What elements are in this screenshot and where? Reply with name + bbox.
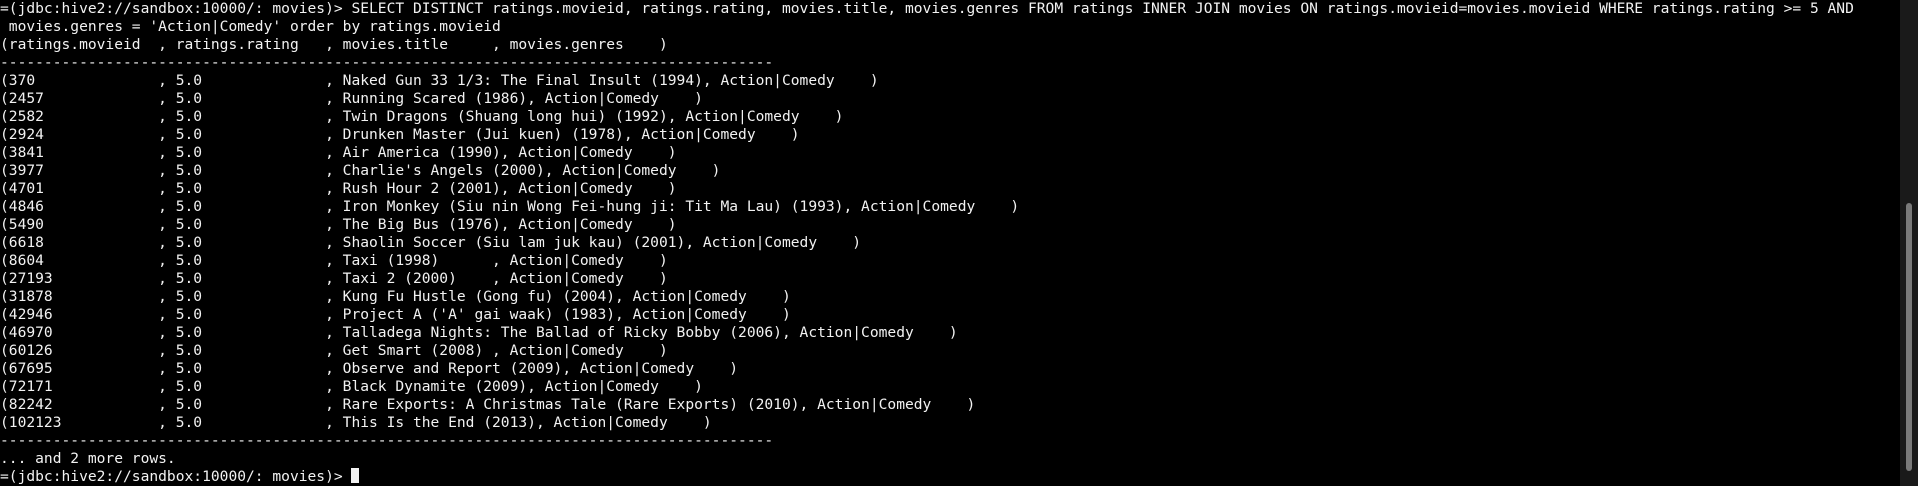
prompt-text: =(jdbc:hive2://sandbox:10000/: movies)> (0, 468, 352, 485)
command-prompt[interactable]: =(jdbc:hive2://sandbox:10000/: movies)> (0, 468, 1900, 486)
result-row: (67695 , 5.0 , Observe and Report (2009)… (0, 360, 739, 377)
result-row: (5490 , 5.0 , The Big Bus (1976), Action… (0, 216, 677, 233)
result-row: (72171 , 5.0 , Black Dynamite (2009), Ac… (0, 378, 703, 395)
query-line: =(jdbc:hive2://sandbox:10000/: movies)> … (0, 0, 1854, 17)
result-row: (2924 , 5.0 , Drunken Master (Jui kuen) … (0, 126, 800, 143)
result-row: (4846 , 5.0 , Iron Monkey (Siu nin Wong … (0, 198, 1020, 215)
result-row: (102123 , 5.0 , This Is the End (2013), … (0, 414, 712, 431)
result-row: (82242 , 5.0 , Rare Exports: A Christmas… (0, 396, 976, 413)
text-cursor (351, 468, 360, 483)
result-header: (ratings.movieid , ratings.rating , movi… (0, 36, 668, 53)
result-row: (8604 , 5.0 , Taxi (1998) , Action|Comed… (0, 252, 668, 269)
result-row: (2582 , 5.0 , Twin Dragons (Shuang long … (0, 108, 844, 125)
result-row: (3977 , 5.0 , Charlie's Angels (2000), A… (0, 162, 721, 179)
result-rows: (370 , 5.0 , Naked Gun 33 1/3: The Final… (0, 72, 1900, 432)
result-row: (4701 , 5.0 , Rush Hour 2 (2001), Action… (0, 180, 677, 197)
result-separator-bottom: ----------------------------------------… (0, 432, 774, 449)
result-row: (370 , 5.0 , Naked Gun 33 1/3: The Final… (0, 72, 879, 89)
result-row: (46970 , 5.0 , Talladega Nights: The Bal… (0, 324, 958, 341)
result-row: (42946 , 5.0 , Project A ('A' gai waak) … (0, 306, 791, 323)
result-row: (31878 , 5.0 , Kung Fu Hustle (Gong fu) … (0, 288, 791, 305)
result-row: (27193 , 5.0 , Taxi 2 (2000) , Action|Co… (0, 270, 668, 287)
more-rows-notice: ... and 2 more rows. (0, 450, 176, 467)
result-row: (60126 , 5.0 , Get Smart (2008) , Action… (0, 342, 668, 359)
terminal-window[interactable]: =(jdbc:hive2://sandbox:10000/: movies)> … (0, 0, 1900, 486)
result-row: (3841 , 5.0 , Air America (1990), Action… (0, 144, 677, 161)
vertical-scrollbar[interactable] (1900, 0, 1918, 486)
result-row: (6618 , 5.0 , Shaolin Soccer (Siu lam ju… (0, 234, 862, 251)
result-row: (2457 , 5.0 , Running Scared (1986), Act… (0, 90, 703, 107)
scrollbar-thumb[interactable] (1906, 203, 1912, 471)
query-line-continuation: movies.genres = 'Action|Comedy' order by… (0, 18, 501, 35)
result-separator-top: ----------------------------------------… (0, 54, 774, 71)
